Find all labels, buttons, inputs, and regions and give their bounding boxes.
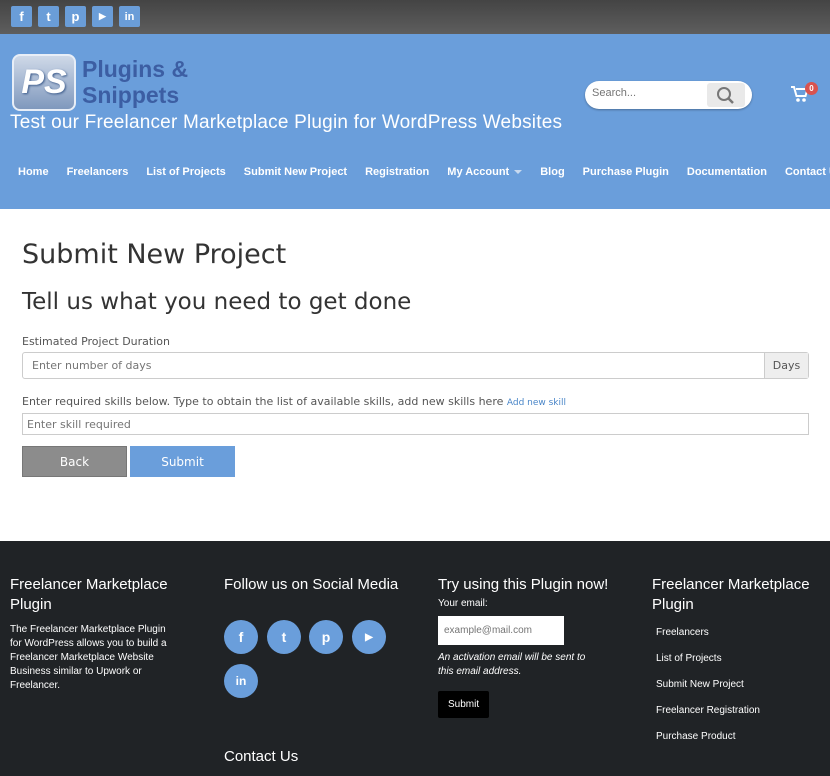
footer-links: Freelancer Marketplace Plugin Freelancer… [652,575,830,742]
nav-my-account-label: My Account [447,166,510,178]
duration-input[interactable] [23,353,764,378]
duration-label: Estimated Project Duration [22,335,170,348]
search-box [585,81,752,109]
pinterest-icon[interactable]: p [65,6,86,27]
duration-unit-addon: Days [764,353,808,378]
nav-list-of-projects[interactable]: List of Projects [146,166,225,178]
nav-documentation[interactable]: Documentation [687,166,767,178]
twitter-icon[interactable]: t [267,620,301,654]
footer-about-title: Freelancer Marketplace Plugin [10,576,168,613]
nav-blog[interactable]: Blog [540,166,564,178]
facebook-icon[interactable]: f [11,6,32,27]
skills-label: Enter required skills below. Type to obt… [22,395,566,408]
nav-home[interactable]: Home [18,166,49,178]
logo-mark[interactable]: PS [12,54,76,111]
skill-input[interactable] [22,413,809,435]
linkedin-icon[interactable]: in [224,664,258,698]
footer-about: Freelancer Marketplace Plugin The Freela… [10,575,180,693]
email-label: Your email: [438,598,488,609]
footer-contact-title: Contact Us [224,748,299,765]
footer-link-list-of-projects[interactable]: List of Projects [656,653,830,664]
site-footer: Freelancer Marketplace Plugin The Freela… [0,541,830,776]
skills-label-text: Enter required skills below. Type to obt… [22,395,504,408]
footer-link-freelancers[interactable]: Freelancers [656,627,830,638]
footer-link-purchase-product[interactable]: Purchase Product [656,731,830,742]
cart-count-badge: 0 [805,82,818,95]
submit-button[interactable]: Submit [130,446,235,477]
twitter-icon[interactable]: t [38,6,59,27]
search-button[interactable] [707,83,745,107]
page-title: Submit New Project [22,239,287,270]
main-nav: Home Freelancers List of Projects Submit… [0,163,830,181]
logo-line-2: Snippets [82,82,180,108]
footer-link-list: Freelancers List of Projects Submit New … [652,627,830,742]
nav-freelancers[interactable]: Freelancers [67,166,129,178]
linkedin-icon[interactable]: in [119,6,140,27]
nav-my-account[interactable]: My Account [447,166,523,178]
cart-button[interactable]: 0 [790,82,818,108]
footer-about-text: The Freelancer Marketplace Plugin for Wo… [10,624,167,691]
footer-links-title: Freelancer Marketplace Plugin [652,576,810,613]
site-tagline: Test our Freelancer Marketplace Plugin f… [10,112,563,133]
add-new-skill-link[interactable]: Add new skill [507,398,566,408]
logo-line-1: Plugins & [82,56,189,82]
facebook-icon[interactable]: f [224,620,258,654]
logo-text[interactable]: Plugins & Snippets [82,56,188,108]
nav-submit-new-project[interactable]: Submit New Project [244,166,347,178]
nav-registration[interactable]: Registration [365,166,429,178]
form-heading: Tell us what you need to get done [22,289,412,315]
email-field[interactable] [438,616,564,645]
chevron-down-icon [514,170,523,175]
footer-signup-title: Try using this Plugin now! [438,576,609,593]
youtube-icon[interactable]: ▶ [352,620,386,654]
footer-social: Follow us on Social Media [224,575,404,595]
footer-social-title: Follow us on Social Media [224,576,399,593]
youtube-icon[interactable]: ▶ [92,6,113,27]
duration-group: Days [22,352,809,379]
nav-purchase-plugin[interactable]: Purchase Plugin [583,166,669,178]
email-submit-button[interactable]: Submit [438,691,490,718]
site-header: PS Plugins & Snippets Test our Freelance… [0,34,830,209]
top-social-bar: f t p ▶ in [0,0,830,34]
pinterest-icon[interactable]: p [309,620,343,654]
email-note: An activation email will be sent to this… [438,652,586,677]
footer-link-freelancer-registration[interactable]: Freelancer Registration [656,705,830,716]
search-icon [717,87,734,104]
search-input[interactable] [592,87,702,99]
back-button[interactable]: Back [22,446,127,477]
footer-link-submit-new-project[interactable]: Submit New Project [656,679,830,690]
footer-signup: Try using this Plugin now! Your email: A… [438,575,618,718]
nav-contact-us[interactable]: Contact Us [785,166,830,178]
